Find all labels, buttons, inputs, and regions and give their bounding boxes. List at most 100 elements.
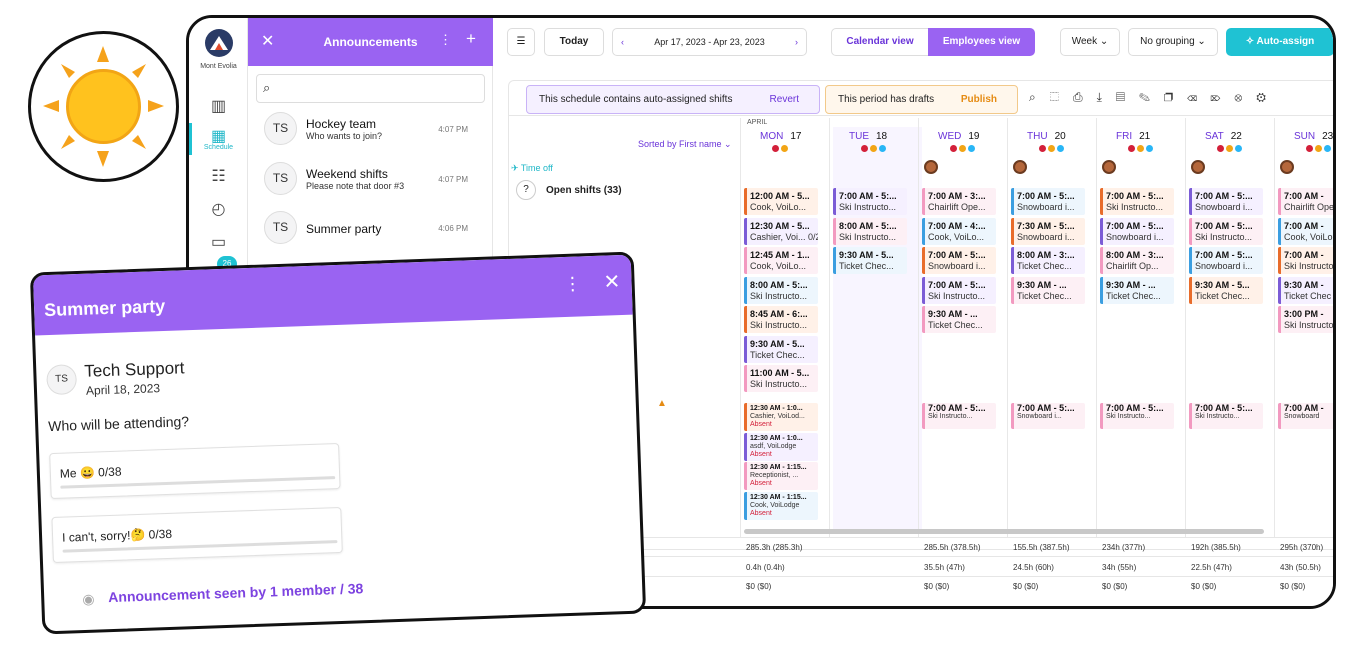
shift-card[interactable]: 12:30 AM - 5... Cashier, Voi... 0/2: [744, 217, 818, 245]
shift-card[interactable]: 9:30 AM - ... Ticket Chec...: [1100, 276, 1174, 304]
shift-card[interactable]: 7:00 AM - 5:... Ski Instructo...: [922, 403, 996, 429]
grouping-select[interactable]: No grouping ⌄: [1128, 28, 1218, 56]
horizontal-scrollbar[interactable]: [744, 529, 1264, 534]
user-edit-icon[interactable]: ✎: [1139, 90, 1164, 104]
shift-card[interactable]: 7:00 AM - 4:... Cook, VoiLo...: [922, 217, 996, 245]
shift-card[interactable]: 7:00 AM - 5:... Snowboard i...: [1189, 188, 1263, 215]
more-icon[interactable]: ⋮: [439, 32, 452, 48]
employee-avatar[interactable]: [1102, 160, 1116, 174]
shift-card[interactable]: 7:00 AM - Snowboard: [1278, 403, 1333, 429]
shift-color-bar: [922, 403, 925, 429]
shift-card[interactable]: 7:00 AM - 5:... Snowboard i...: [1189, 247, 1263, 274]
shift-card[interactable]: 8:00 AM - 3:... Chairlift Op...: [1100, 247, 1174, 274]
list-item[interactable]: TS Summer party 4:06 PM: [248, 209, 493, 258]
more-icon[interactable]: ⋮: [563, 273, 582, 295]
shift-card[interactable]: 8:00 AM - 5:... Ski Instructo...: [833, 217, 907, 245]
trash-icon[interactable]: ⌦: [1211, 90, 1235, 104]
shift-card[interactable]: 8:00 AM - 5:... Ski Instructo...: [744, 276, 818, 304]
day-header[interactable]: MON 17: [760, 131, 801, 142]
shift-card[interactable]: 9:30 AM - 5... Ticket Chec...: [833, 247, 907, 274]
today-button[interactable]: Today: [544, 28, 604, 56]
shift-card[interactable]: 7:00 AM - Chairlift Ope: [1278, 188, 1333, 215]
shift-card[interactable]: 12:30 AM - 1:0... asdf, VoiLodge Absent: [744, 432, 818, 461]
employee-avatar[interactable]: [1280, 160, 1294, 174]
print-icon[interactable]: ⎙: [1073, 90, 1097, 104]
users-icon[interactable]: ☷: [189, 166, 248, 186]
poll-option-attending[interactable]: Me 😀 0/38: [49, 442, 341, 500]
shift-card[interactable]: 12:45 AM - 1... Cook, VoiLo...: [744, 247, 818, 274]
select-icon[interactable]: ⬚: [1050, 90, 1073, 104]
shift-card[interactable]: 9:30 AM - ... Ticket Chec...: [1011, 276, 1085, 304]
shift-card[interactable]: 12:00 AM - 5... Cook, VoiLo...: [744, 188, 818, 215]
shift-card[interactable]: 7:00 AM - 5:... Ski Instructo...: [1100, 403, 1174, 429]
copy-icon[interactable]: ❐: [1164, 90, 1187, 104]
day-header[interactable]: THU 20: [1027, 131, 1066, 142]
shift-role: Snowboard i...: [1017, 202, 1075, 212]
employee-avatar[interactable]: [924, 160, 938, 174]
download-icon[interactable]: ⤓: [1097, 90, 1116, 104]
publish-link[interactable]: Publish: [961, 86, 997, 113]
shift-card[interactable]: 7:00 AM - 5:... Ski Instructo...: [1189, 403, 1263, 429]
date-range-picker[interactable]: ‹ Apr 17, 2023 - Apr 23, 2023 ›: [612, 28, 807, 56]
shift-card[interactable]: 7:00 AM - 5:... Ski Instructo...: [833, 188, 907, 215]
employee-avatar[interactable]: [1191, 160, 1205, 174]
day-header[interactable]: SUN 23: [1294, 131, 1333, 142]
search-input[interactable]: ⌕: [256, 74, 485, 103]
calendar-view-tab[interactable]: Calendar view: [831, 28, 929, 56]
shift-card[interactable]: 12:30 AM - 1:15... Cook, VoiLodge Absent: [744, 491, 818, 520]
list-item[interactable]: TS Weekend shifts Please note that door …: [248, 160, 493, 209]
shift-card[interactable]: 9:30 AM - Ticket Chec: [1278, 276, 1333, 304]
sort-selector[interactable]: Sorted by First name ⌄: [638, 139, 732, 150]
shift-card[interactable]: 7:00 AM - 3:... Chairlift Ope...: [922, 188, 996, 215]
revert-link[interactable]: Revert: [770, 86, 799, 113]
shift-card[interactable]: 9:30 AM - ... Ticket Chec...: [922, 306, 996, 333]
shift-card[interactable]: 7:00 AM - Ski Instructo: [1278, 247, 1333, 274]
add-icon[interactable]: +: [466, 29, 476, 49]
day-header[interactable]: SAT 22: [1205, 131, 1242, 142]
shift-card[interactable]: 3:00 PM - Ski Instructo: [1278, 306, 1333, 333]
week-select[interactable]: Week ⌄: [1060, 28, 1120, 56]
shift-card[interactable]: 7:00 AM - 5:... Snowboard i...: [1100, 217, 1174, 245]
shift-card[interactable]: 12:30 AM - 1:15... Receptionist, ... Absen…: [744, 462, 818, 490]
list-item[interactable]: TS Hockey team Who wants to join? 4:07 P…: [248, 110, 493, 159]
time-off-toggle[interactable]: ✈ Time off: [511, 163, 553, 174]
shift-card[interactable]: 7:00 AM - Cook, VoiLo: [1278, 217, 1333, 245]
folder-icon[interactable]: ▤: [1116, 90, 1139, 104]
inbox-icon[interactable]: ▭: [189, 232, 248, 252]
day-header[interactable]: FRI 21: [1116, 131, 1150, 142]
grid-tools[interactable]: ⌕⬚⎙⤓▤✎❐⌫⌦⊗⚙: [1029, 90, 1280, 105]
auto-assign-button[interactable]: ✧ Auto-assign: [1226, 28, 1333, 56]
day-header[interactable]: WED 19: [938, 131, 979, 142]
shift-card[interactable]: 8:45 AM - 6:... Ski Instructo...: [744, 306, 818, 333]
shift-card[interactable]: 12:30 AM - 1:0... Cashier, VoiLod... Absen…: [744, 403, 818, 431]
filter-button[interactable]: ☰: [507, 28, 535, 56]
poll-option-not-attending[interactable]: I can't, sorry!🤔 0/38: [51, 506, 343, 564]
shift-time: 7:00 AM - 5:...: [928, 279, 986, 290]
shift-card[interactable]: 9:30 AM - 5... Ticket Chec...: [744, 335, 818, 363]
shift-card[interactable]: 7:30 AM - 5:... Snowboard i...: [1011, 217, 1085, 245]
shift-card[interactable]: 8:00 AM - 3:... Ticket Chec...: [1011, 247, 1085, 274]
shift-card[interactable]: 7:00 AM - 5:... Snowboard i...: [1011, 188, 1085, 215]
seen-by-link[interactable]: Announcement seen by 1 member / 38: [108, 580, 364, 605]
search-icon[interactable]: ⌕: [1029, 90, 1050, 104]
gear-icon[interactable]: ⚙: [1256, 90, 1280, 104]
close-icon[interactable]: ✕: [603, 269, 621, 295]
shift-card[interactable]: 7:00 AM - 5:... Snowboard i...: [922, 247, 996, 274]
employees-view-tab[interactable]: Employees view: [928, 28, 1035, 56]
cancel-icon[interactable]: ⊗: [1234, 90, 1256, 104]
shift-card[interactable]: 7:00 AM - 5:... Ski Instructo...: [1100, 188, 1174, 215]
calendar-icon[interactable]: ▦: [189, 126, 248, 146]
shift-card[interactable]: 7:00 AM - 5:... Ski Instructo...: [1189, 217, 1263, 245]
chevron-left-icon[interactable]: ‹: [621, 29, 624, 55]
shift-card[interactable]: 11:00 AM - 5... Ski Instructo...: [744, 365, 818, 392]
dashboard-icon[interactable]: ▥: [189, 96, 248, 116]
timer-icon[interactable]: ◴: [189, 199, 248, 219]
shift-card[interactable]: 7:00 AM - 5:... Ski Instructo...: [922, 276, 996, 304]
day-header[interactable]: TUE 18: [849, 131, 887, 142]
eraser-icon[interactable]: ⌫: [1187, 90, 1211, 104]
shift-card[interactable]: 9:30 AM - 5... Ticket Chec...: [1189, 276, 1263, 304]
shift-card[interactable]: 7:00 AM - 5:... Snowboard i...: [1011, 403, 1085, 429]
employee-avatar[interactable]: [1013, 160, 1027, 174]
chevron-right-icon[interactable]: ›: [795, 29, 798, 55]
schedule-label[interactable]: Schedule: [189, 144, 248, 151]
